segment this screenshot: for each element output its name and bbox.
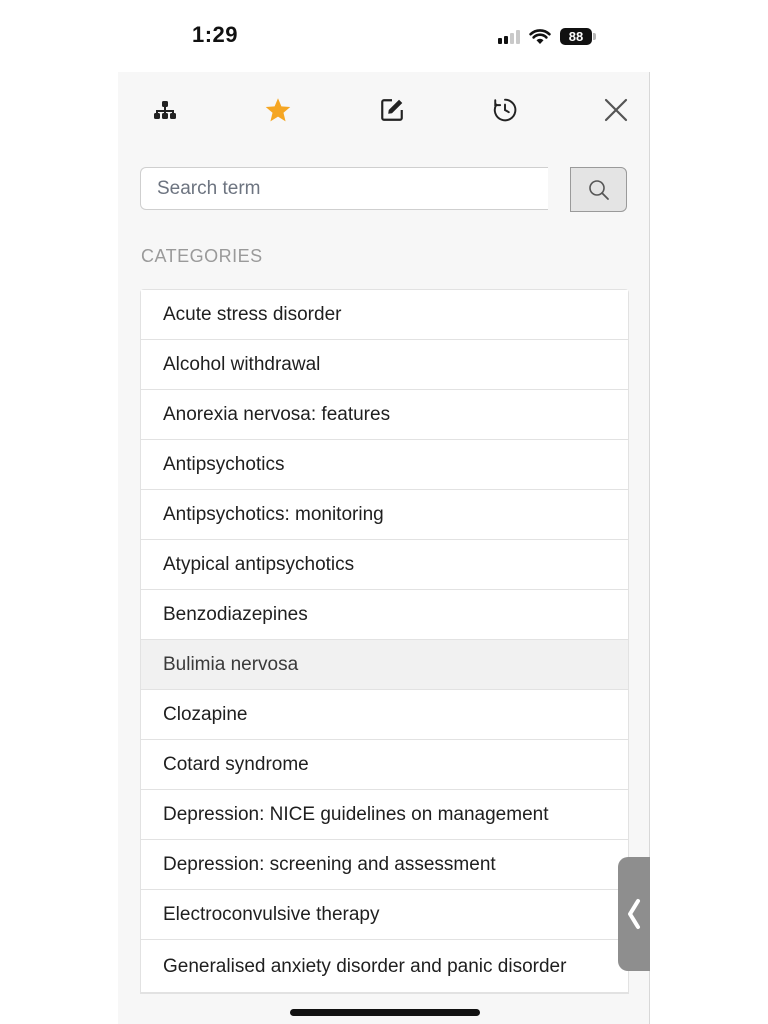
list-item[interactable]: Cotard syndrome: [141, 740, 628, 790]
sitemap-icon: [154, 101, 176, 119]
categories-heading: CATEGORIES: [141, 246, 263, 266]
close-icon: [604, 98, 628, 122]
edit-button[interactable]: [372, 94, 412, 126]
list-item[interactable]: Electroconvulsive therapy: [141, 890, 628, 940]
category-list: Acute stress disorder Alcohol withdrawal…: [140, 289, 629, 994]
battery-icon: 88: [560, 27, 596, 45]
search-bar: [140, 167, 627, 212]
status-icons: 88: [498, 24, 596, 48]
status-bar: 1:29 88: [0, 0, 768, 72]
edit-icon: [381, 99, 403, 121]
star-icon: [265, 97, 291, 121]
list-item[interactable]: Atypical antipsychotics: [141, 540, 628, 590]
sitemap-button[interactable]: [145, 94, 185, 126]
list-item[interactable]: Bulimia nervosa: [141, 640, 628, 690]
search-icon: [588, 179, 609, 200]
history-button[interactable]: [485, 94, 525, 126]
list-item[interactable]: Acute stress disorder: [141, 290, 628, 340]
search-input[interactable]: [140, 167, 548, 210]
list-item[interactable]: Clozapine: [141, 690, 628, 740]
list-item[interactable]: Depression: NICE guidelines on managemen…: [141, 790, 628, 840]
search-button[interactable]: [570, 167, 627, 212]
history-icon: [493, 98, 517, 122]
wifi-icon: [529, 28, 551, 44]
favourites-button[interactable]: [258, 94, 298, 126]
panel-toolbar: [118, 72, 649, 148]
list-item[interactable]: Benzodiazepines: [141, 590, 628, 640]
list-item[interactable]: Antipsychotics: [141, 440, 628, 490]
status-time: 1:29: [192, 22, 239, 47]
categories-panel: CATEGORIES Acute stress disorder Alcohol…: [118, 72, 650, 1024]
list-item[interactable]: Antipsychotics: monitoring: [141, 490, 628, 540]
list-item[interactable]: Alcohol withdrawal: [141, 340, 628, 390]
list-item[interactable]: Generalised anxiety disorder and panic d…: [141, 940, 628, 993]
home-indicator[interactable]: [290, 1009, 480, 1016]
close-button[interactable]: [596, 94, 636, 126]
list-item[interactable]: Depression: screening and assessment: [141, 840, 628, 890]
panel-toggle-handle[interactable]: [618, 857, 650, 971]
list-item[interactable]: Anorexia nervosa: features: [141, 390, 628, 440]
chevron-left-icon: [628, 899, 640, 929]
signal-icon: [498, 28, 520, 44]
